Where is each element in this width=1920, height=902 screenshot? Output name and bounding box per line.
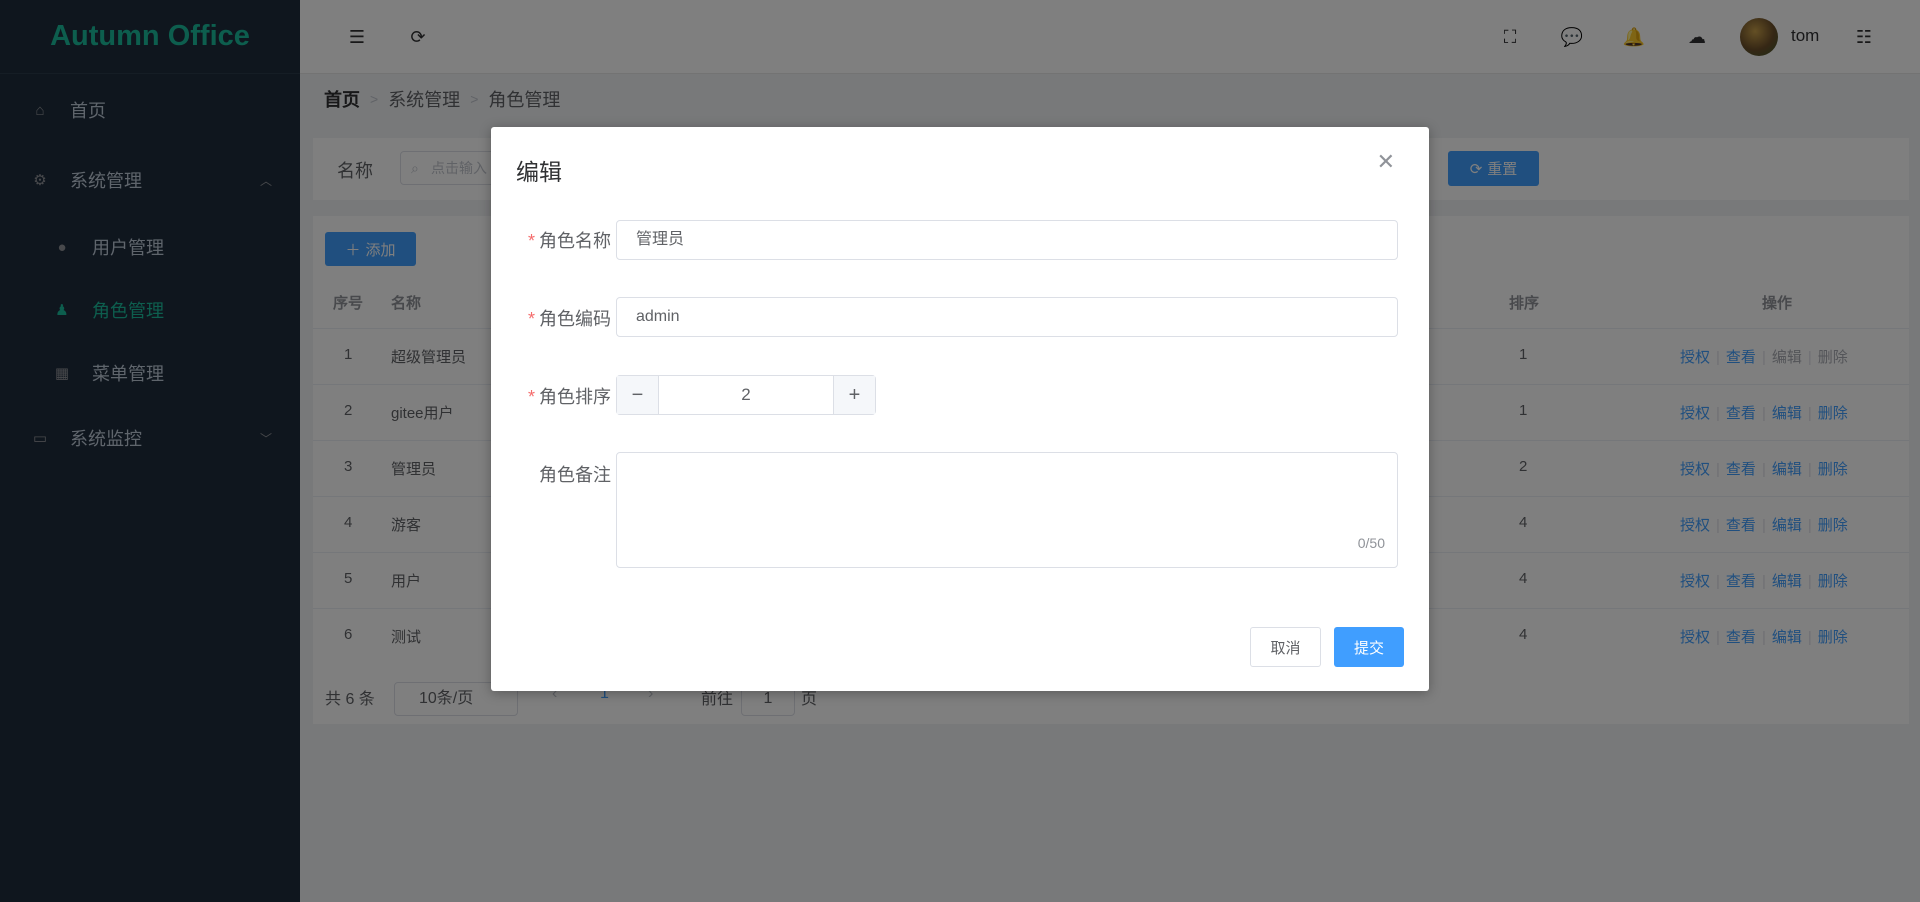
required-mark: * (527, 231, 535, 251)
dialog-title: 编辑 (516, 159, 562, 185)
role-name-label-text: 角色名称 (539, 231, 611, 251)
role-name-input[interactable]: 管理员 (616, 220, 1398, 260)
increment-button[interactable]: + (833, 376, 875, 414)
submit-button[interactable]: 提交 (1334, 627, 1404, 667)
role-name-label: * 角色名称 (491, 227, 611, 253)
role-sort-stepper: − 2 + (616, 375, 876, 415)
role-code-input[interactable]: admin (616, 297, 1398, 337)
char-count: 0/50 (1357, 535, 1385, 551)
role-code-value: admin (636, 308, 680, 325)
role-remark-label-text: 角色备注 (539, 465, 611, 485)
role-remark-label: 角色备注 (491, 461, 611, 487)
role-sort-value[interactable]: 2 (659, 376, 833, 414)
role-sort-label-text: 角色排序 (539, 387, 611, 407)
edit-role-dialog: 编辑 ✕ * 角色名称 管理员 * 角色编码 admin * 角色排序 − 2 + 角… (491, 127, 1429, 691)
role-name-value: 管理员 (636, 231, 685, 248)
required-mark: * (527, 309, 535, 329)
role-code-label: * 角色编码 (491, 305, 611, 331)
close-icon[interactable]: ✕ (1377, 149, 1395, 175)
cancel-button[interactable]: 取消 (1250, 627, 1321, 667)
role-code-label-text: 角色编码 (539, 309, 611, 329)
role-remark-textarea[interactable]: 0/50 (616, 452, 1398, 568)
required-mark: * (527, 387, 535, 407)
decrement-button[interactable]: − (617, 376, 659, 414)
role-sort-label: * 角色排序 (491, 383, 611, 409)
